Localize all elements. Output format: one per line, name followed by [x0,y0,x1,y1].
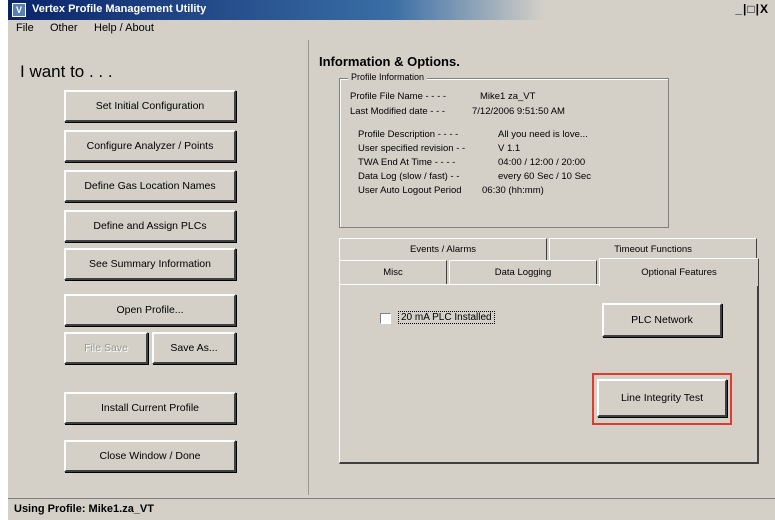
profile-file-name-label: Profile File Name - - - - [350,91,447,102]
configure-analyzer-button[interactable]: Configure Analyzer / Points [64,130,236,162]
information-options-title: Information & Options. [319,54,460,69]
main-window: V Vertex Profile Management Utility _|□|… [8,0,775,520]
twa-end-value: 04:00 / 12:00 / 20:00 [498,157,586,168]
tab-events-alarms[interactable]: Events / Alarms [339,238,547,260]
see-summary-button[interactable]: See Summary Information [64,248,236,280]
tab-misc[interactable]: Misc [339,260,447,284]
optional-features-panel: 20 mA PLC Installed PLC Network Line Int… [339,284,759,464]
menu-file[interactable]: File [16,22,34,34]
twa-end-label: TWA End At Time - - - - [358,157,456,168]
file-save-button[interactable]: File Save [64,332,148,364]
last-modified-label: Last Modified date - - - [350,106,446,117]
right-panel: Information & Options. Profile Informati… [308,40,768,495]
save-as-button[interactable]: Save As... [152,332,236,364]
i-want-to-heading: I want to . . . [20,62,113,81]
menu-other[interactable]: Other [50,22,78,34]
open-profile-button[interactable]: Open Profile... [64,294,236,326]
install-current-profile-button[interactable]: Install Current Profile [64,392,236,424]
set-initial-configuration-button[interactable]: Set Initial Configuration [64,90,236,122]
plc-network-button[interactable]: PLC Network [602,303,722,337]
profile-information-group: Profile Information Profile File Name - … [339,72,669,228]
status-text: Using Profile: Mike1.za_VT [14,503,154,515]
tab-timeout-functions[interactable]: Timeout Functions [549,238,757,260]
window-controls[interactable]: _|□|X [735,2,769,16]
options-tabs: Events / Alarms Timeout Functions Misc D… [339,238,759,468]
data-log-value: every 60 Sec / 10 Sec [498,171,591,182]
last-modified-value: 7/12/2006 9:51:50 AM [472,106,565,117]
plc-20ma-checkbox-label[interactable]: 20 mA PLC Installed [398,311,495,324]
menu-bar: File Other Help / About [8,20,775,38]
left-panel: I want to . . . Set Initial Configuratio… [8,40,308,495]
define-assign-plcs-button[interactable]: Define and Assign PLCs [64,210,236,242]
plc-20ma-checkbox[interactable] [380,313,391,324]
auto-logout-value: 06:30 (hh:mm) [482,185,544,196]
line-integrity-test-button[interactable]: Line Integrity Test [597,379,727,417]
app-icon: V [12,3,26,17]
profile-file-name-value: Mike1 za_VT [480,91,536,102]
tab-optional-features[interactable]: Optional Features [599,258,759,286]
close-window-button[interactable]: Close Window / Done [64,440,236,472]
tab-data-logging[interactable]: Data Logging [449,260,597,284]
window-title: Vertex Profile Management Utility [32,3,207,15]
profile-description-value: All you need is love... [498,129,588,140]
auto-logout-label: User Auto Logout Period [358,185,462,196]
status-bar: Using Profile: Mike1.za_VT [8,498,775,520]
title-bar: V Vertex Profile Management Utility _|□|… [8,0,775,20]
profile-information-legend: Profile Information [348,72,428,82]
profile-description-label: Profile Description - - - - [358,129,459,140]
menu-help-about[interactable]: Help / About [94,22,154,34]
data-log-label: Data Log (slow / fast) - - [358,171,460,182]
define-gas-location-button[interactable]: Define Gas Location Names [64,170,236,202]
user-revision-label: User specified revision - - [358,143,466,154]
user-revision-value: V 1.1 [498,143,521,154]
